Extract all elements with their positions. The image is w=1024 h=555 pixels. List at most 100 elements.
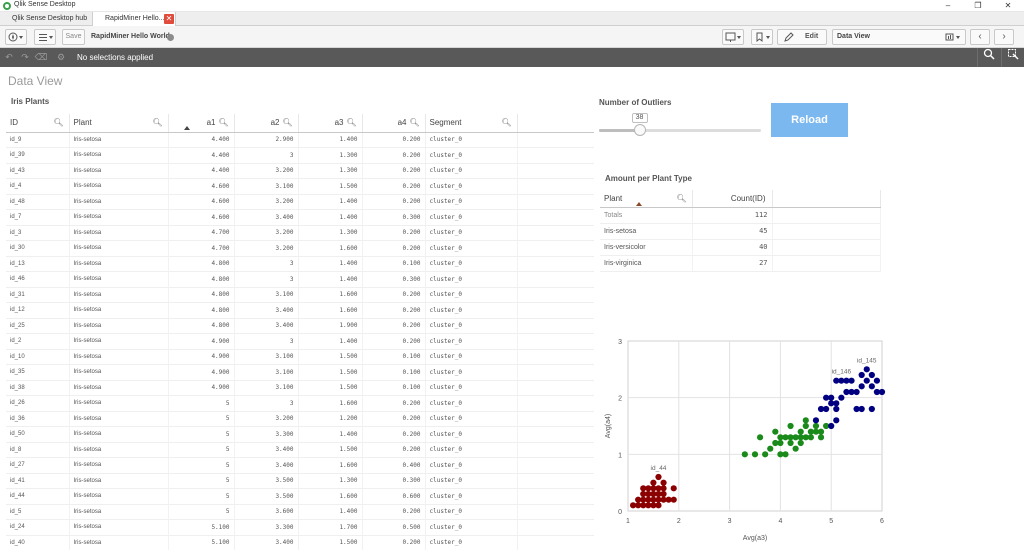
- scatter-point[interactable]: [660, 485, 667, 492]
- table-row[interactable]: id_41 Iris-setosa 5 3.500 1.300 0.300 cluster_…: [6, 473, 594, 489]
- col-header-plant[interactable]: Plant 🔍︎: [69, 114, 169, 133]
- table-row[interactable]: id_38 Iris-setosa 4.900 3.100 1.500 0.100 clus…: [6, 380, 594, 396]
- navigation-button[interactable]: [5, 29, 27, 45]
- scatter-point[interactable]: [751, 451, 759, 458]
- minimize-button[interactable]: –: [936, 0, 960, 12]
- scatter-point[interactable]: [741, 451, 748, 458]
- table-row[interactable]: id_12 Iris-setosa 4.800 3.400 1.600 0.200 clus…: [6, 302, 594, 319]
- scatter-point[interactable]: [792, 445, 799, 452]
- iris-table[interactable]: ID 🔍︎ Plant 🔍︎ a1 🔍︎ a2 🔍︎ a3 🔍︎ a4 🔍︎ Segment…: [6, 114, 594, 550]
- search-icon[interactable]: 🔍︎: [346, 118, 356, 127]
- table-row[interactable]: id_4 Iris-setosa 4.600 3.100 1.500 0.200 clust…: [6, 178, 594, 195]
- smart-search-icon[interactable]: [1001, 48, 1023, 67]
- table-row[interactable]: id_50 Iris-setosa 5 3.300 1.400 0.200 cluster_…: [6, 426, 594, 443]
- search-icon[interactable]: 🔍︎: [676, 194, 686, 203]
- scatter-point[interactable]: [858, 371, 865, 379]
- scatter-point[interactable]: [787, 439, 794, 447]
- scatter-point[interactable]: [868, 383, 875, 390]
- table-row[interactable]: id_5 Iris-setosa 5 3.600 1.400 0.200 cluster_0: [6, 504, 594, 520]
- scatter-point[interactable]: [797, 439, 804, 447]
- scatter-point[interactable]: [817, 405, 825, 413]
- scatter-point[interactable]: [802, 417, 809, 424]
- scatter-point[interactable]: [762, 451, 769, 458]
- scatter-point[interactable]: [660, 479, 667, 486]
- table-row[interactable]: id_30 Iris-setosa 4.700 3.200 1.600 0.200 clus…: [6, 240, 594, 257]
- scatter-point[interactable]: [645, 485, 652, 492]
- amount-table[interactable]: Plant 🔍︎ Count(ID) Totals 112 Iris-setosa…: [600, 190, 881, 272]
- outliers-slider-thumb[interactable]: [633, 124, 646, 136]
- table-row[interactable]: id_26 Iris-setosa 5 3 1.600 0.200 cluster_0: [6, 395, 594, 412]
- maximize-button[interactable]: ❐: [966, 0, 990, 12]
- scatter-point[interactable]: [797, 428, 804, 435]
- scatter-point[interactable]: [817, 434, 825, 441]
- table-row[interactable]: id_44 Iris-setosa 5 3.500 1.600 0.600 cluster_…: [6, 488, 594, 505]
- step-forward-icon[interactable]: ↷: [18, 51, 32, 64]
- scatter-point[interactable]: [812, 417, 820, 424]
- col-header-plant[interactable]: Plant 🔍︎: [600, 190, 693, 208]
- close-window-button[interactable]: ✕: [996, 0, 1020, 12]
- scatter-point[interactable]: [787, 434, 794, 441]
- scatter-point[interactable]: [823, 394, 830, 401]
- scatter-point[interactable]: [797, 434, 804, 441]
- col-header-count[interactable]: Count(ID): [692, 190, 773, 208]
- col-header-a2[interactable]: a2 🔍︎: [234, 114, 299, 133]
- menu-list-button[interactable]: [34, 29, 56, 45]
- scatter-point[interactable]: [868, 405, 875, 413]
- scatter-point[interactable]: [853, 405, 860, 413]
- scatter-point[interactable]: [650, 479, 657, 486]
- table-row[interactable]: id_9 Iris-setosa 4.400 2.900 1.400 0.200 clust…: [6, 132, 594, 148]
- scatter-point[interactable]: [782, 451, 789, 458]
- table-row[interactable]: id_39 Iris-setosa 4.400 3 1.300 0.200 cluster_…: [6, 147, 594, 164]
- table-row[interactable]: id_7 Iris-setosa 4.600 3.400 1.400 0.300 clust…: [6, 209, 594, 226]
- table-row[interactable]: id_25 Iris-setosa 4.800 3.400 1.900 0.200 clus…: [6, 318, 594, 334]
- scatter-point[interactable]: [817, 428, 825, 435]
- bookmarks-button[interactable]: [751, 29, 773, 45]
- scatter-chart[interactable]: 1 2 3 4 5 60123id_44id_146id_145Avg(a3)Avg(a4…: [600, 325, 890, 550]
- search-icon[interactable]: 🔍︎: [501, 118, 511, 127]
- scatter-point[interactable]: [802, 422, 809, 430]
- table-row[interactable]: id_43 Iris-setosa 4.400 3.200 1.300 0.200 clus…: [6, 163, 594, 179]
- scatter-point[interactable]: [635, 496, 642, 503]
- previous-sheet-button[interactable]: ‹: [970, 29, 990, 45]
- scatter-point[interactable]: [655, 473, 662, 481]
- table-row[interactable]: id_10 Iris-setosa 4.900 3.100 1.500 0.100 clus…: [6, 349, 594, 365]
- scatter-point[interactable]: [756, 434, 764, 441]
- selection-tool-icon[interactable]: ⚙: [54, 51, 68, 64]
- step-back-icon[interactable]: ↶: [2, 51, 16, 64]
- scatter-point[interactable]: [863, 377, 870, 384]
- edit-button[interactable]: Edit: [777, 29, 827, 45]
- scatter-point[interactable]: [833, 417, 840, 424]
- outliers-slider-track[interactable]: [599, 129, 761, 132]
- scatter-point[interactable]: [777, 439, 784, 447]
- search-icon[interactable]: 🔍︎: [53, 118, 63, 127]
- table-row[interactable]: Iris-versicolor 40: [600, 239, 881, 256]
- search-icon[interactable]: [977, 48, 999, 67]
- reload-button[interactable]: Reload: [771, 103, 848, 137]
- table-row[interactable]: id_13 Iris-setosa 4.800 3 1.400 0.100 cluster_…: [6, 256, 594, 272]
- scatter-point[interactable]: [858, 383, 865, 390]
- scatter-point[interactable]: [655, 490, 662, 498]
- scatter-point[interactable]: [838, 394, 845, 401]
- scatter-point[interactable]: [640, 490, 647, 498]
- table-row[interactable]: id_2 Iris-setosa 4.900 3 1.400 0.200 cluster_0: [6, 333, 594, 350]
- table-row[interactable]: id_27 Iris-setosa 5 3.400 1.600 0.400 cluster_…: [6, 457, 594, 474]
- scatter-point[interactable]: [655, 502, 662, 509]
- scatter-point[interactable]: [838, 377, 845, 384]
- scatter-point[interactable]: [828, 422, 835, 430]
- close-tab-icon[interactable]: ✕: [164, 14, 174, 24]
- scatter-point[interactable]: [665, 496, 672, 503]
- table-row[interactable]: id_35 Iris-setosa 4.900 3.100 1.500 0.100 clus…: [6, 364, 594, 381]
- scatter-point[interactable]: [807, 434, 814, 441]
- scatter-point[interactable]: [863, 366, 870, 373]
- scatter-point[interactable]: [873, 388, 881, 396]
- search-icon[interactable]: 🔍︎: [282, 118, 292, 127]
- sheet-selector[interactable]: Data View: [832, 29, 966, 45]
- scatter-point[interactable]: [640, 502, 647, 509]
- search-icon[interactable]: 🔍︎: [218, 118, 228, 127]
- col-header-id[interactable]: ID 🔍︎: [6, 114, 70, 133]
- table-row[interactable]: Iris-virginica 27: [600, 255, 881, 272]
- col-header-a1[interactable]: a1 🔍︎: [168, 114, 235, 133]
- insights-button[interactable]: [722, 29, 744, 45]
- table-row[interactable]: id_40 Iris-setosa 5.100 3.400 1.500 0.200 clus…: [6, 535, 594, 550]
- search-icon[interactable]: 🔍︎: [152, 118, 162, 127]
